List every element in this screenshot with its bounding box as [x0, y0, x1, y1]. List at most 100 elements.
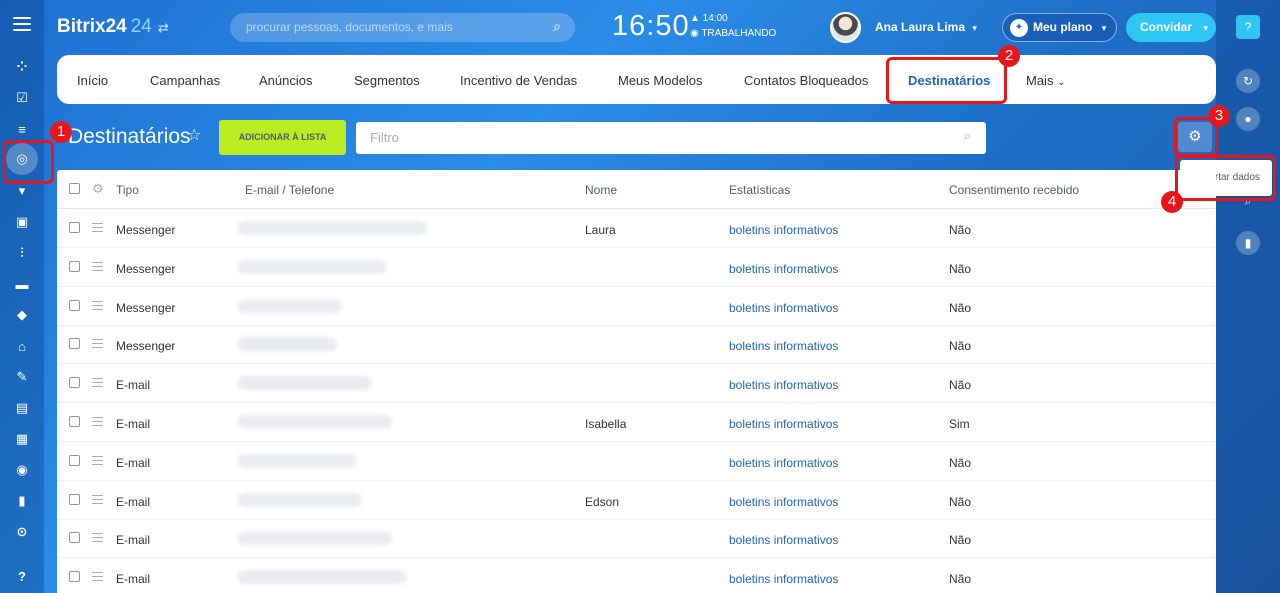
calendar-icon[interactable]: ▦	[11, 428, 33, 450]
table-row[interactable]: E-mail Isabella boletins informativos Sim	[57, 403, 1216, 442]
chevron-down-icon: ▾	[972, 23, 977, 33]
row-menu-icon[interactable]	[92, 417, 103, 426]
cell-estatisticas-link[interactable]: boletins informativos	[729, 262, 838, 276]
table-row[interactable]: Messenger boletins informativos Não	[57, 325, 1216, 365]
doc-icon[interactable]: ▤	[11, 397, 33, 419]
search-icon[interactable]: ⌕	[553, 18, 561, 35]
table-row[interactable]: E-mail Edson boletins informativos Não	[57, 481, 1216, 520]
row-checkbox[interactable]	[69, 532, 80, 544]
invite-button[interactable]: Convidar ▾	[1126, 13, 1216, 42]
tab-contatos-bloqueados[interactable]: Contatos Bloqueados	[744, 73, 868, 88]
tab-segmentos[interactable]: Segmentos	[354, 73, 420, 88]
contact-icon[interactable]: ▣	[11, 211, 33, 233]
analytics-icon[interactable]: ⫶	[11, 242, 33, 264]
row-menu-icon[interactable]	[92, 455, 103, 465]
select-all-checkbox[interactable]	[69, 183, 80, 194]
row-checkbox[interactable]	[69, 338, 80, 350]
tab-mais[interactable]: Mais ⌄	[1026, 73, 1065, 88]
box-icon[interactable]: ◆	[11, 304, 33, 326]
row-checkbox[interactable]	[69, 493, 80, 505]
more-icon[interactable]: ⊙	[11, 521, 33, 543]
table-row[interactable]: Messenger boletins informativos Não	[57, 287, 1216, 326]
target-icon[interactable]: ◉	[11, 459, 33, 481]
cell-email-blurred	[237, 298, 342, 313]
row-checkbox[interactable]	[69, 299, 80, 311]
cell-estatisticas-link[interactable]: boletins informativos	[729, 223, 838, 237]
column-consentimento[interactable]: Consentimento recebido	[949, 183, 1079, 197]
row-menu-icon[interactable]	[92, 494, 103, 504]
tab-campanhas[interactable]: Campanhas	[150, 73, 220, 88]
row-checkbox[interactable]	[69, 416, 80, 427]
column-email-telefone[interactable]: E-mail / Telefone	[245, 183, 334, 197]
tab-meus-modelos[interactable]: Meus Modelos	[618, 73, 703, 88]
cell-estatisticas-link[interactable]: boletins informativos	[729, 339, 838, 353]
star-icon[interactable]: ☆	[187, 125, 201, 145]
cell-estatisticas-link[interactable]: boletins informativos	[729, 378, 838, 392]
work-status[interactable]: ▲ 14:00 ◉ TRABALHANDO	[690, 11, 776, 41]
menu-icon[interactable]	[13, 17, 31, 31]
left-sidebar: ⁘ ☑ ≡ ◎ ▾ ▣ ⫶ ▬ ◆ ⌂ ✎ ▤ ▦ ◉ ▮ ⊙ ?	[0, 0, 44, 593]
row-checkbox[interactable]	[69, 454, 80, 466]
row-menu-icon[interactable]	[92, 300, 103, 310]
bookmark-icon[interactable]: ▮	[1236, 231, 1260, 255]
table-row[interactable]: E-mail boletins informativos Não	[57, 364, 1216, 404]
highlight-export	[1175, 155, 1276, 201]
column-tipo[interactable]: Tipo	[116, 183, 139, 197]
cell-consentimento: Não	[949, 300, 972, 315]
table-row[interactable]: E-mail boletins informativos Não	[57, 558, 1216, 593]
cell-estatisticas-link[interactable]: boletins informativos	[729, 495, 838, 509]
row-checkbox[interactable]	[69, 222, 80, 233]
cell-estatisticas-link[interactable]: boletins informativos	[729, 572, 838, 586]
table-row[interactable]: E-mail boletins informativos Não	[57, 442, 1216, 481]
search-icon[interactable]: ⌕	[964, 128, 971, 144]
row-checkbox[interactable]	[69, 571, 80, 583]
bell-icon[interactable]: ●	[1236, 107, 1260, 131]
column-nome[interactable]: Nome	[585, 183, 617, 197]
cell-nome: Laura	[585, 223, 616, 237]
tab-incentivo-vendas[interactable]: Incentivo de Vendas	[460, 73, 577, 88]
chat-icon[interactable]: ▮	[11, 490, 33, 512]
feed-icon[interactable]: ⁘	[11, 56, 33, 78]
add-to-list-button[interactable]: ADICIONAR À LISTA	[219, 120, 346, 155]
list-icon[interactable]: ≡	[11, 118, 33, 140]
column-settings-icon[interactable]: ⚙	[92, 181, 104, 197]
row-menu-icon[interactable]	[92, 261, 103, 271]
invite-label: Convidar	[1140, 20, 1193, 34]
table-row[interactable]: Messenger Laura boletins informativos Não	[57, 209, 1216, 248]
avatar[interactable]	[830, 12, 861, 43]
robot-icon[interactable]: ▬	[11, 273, 33, 295]
chevron-down-icon: ⌄	[1057, 77, 1066, 88]
row-menu-icon[interactable]	[92, 339, 103, 349]
row-menu-icon[interactable]	[92, 572, 103, 582]
help-icon[interactable]: ?	[11, 565, 33, 587]
tab-inicio[interactable]: Início	[77, 73, 108, 88]
global-search-placeholder: procurar pessoas, documentos, e mais	[246, 20, 453, 34]
help-icon[interactable]: ?	[1236, 15, 1260, 39]
tab-anuncios[interactable]: Anúncios	[259, 73, 312, 88]
column-estatisticas[interactable]: Estatísticas	[729, 183, 790, 197]
row-menu-icon[interactable]	[92, 223, 103, 232]
bank-icon[interactable]: ⌂	[11, 335, 33, 357]
chevron-down-icon: ▾	[1101, 23, 1107, 33]
table-row[interactable]: Messenger boletins informativos Não	[57, 248, 1216, 287]
app-logo[interactable]: Bitrix24 24 ⇄	[57, 16, 169, 38]
history-icon[interactable]: ↻	[1236, 69, 1260, 93]
table-row[interactable]: E-mail boletins informativos Não	[57, 519, 1216, 559]
global-search-input[interactable]: procurar pessoas, documentos, e mais ⌕	[230, 13, 575, 42]
row-checkbox[interactable]	[69, 260, 80, 272]
cell-consentimento: Não	[949, 455, 972, 470]
cell-estatisticas-link[interactable]: boletins informativos	[729, 301, 838, 315]
row-checkbox[interactable]	[69, 377, 80, 389]
cell-estatisticas-link[interactable]: boletins informativos	[729, 533, 838, 547]
filter-input[interactable]: Filtro ⌕	[356, 122, 986, 154]
tasks-icon[interactable]: ☑	[11, 87, 33, 109]
row-menu-icon[interactable]	[92, 378, 103, 388]
marker-1: 1	[50, 121, 72, 143]
cell-estatisticas-link[interactable]: boletins informativos	[729, 417, 838, 431]
highlight-marketing	[3, 140, 54, 184]
user-menu[interactable]: Ana Laura Lima ▾	[875, 20, 977, 34]
cell-estatisticas-link[interactable]: boletins informativos	[729, 456, 838, 470]
my-plan-button[interactable]: ✦ Meu plano ▾	[1002, 13, 1117, 42]
row-menu-icon[interactable]	[92, 533, 103, 543]
sign-icon[interactable]: ✎	[11, 366, 33, 388]
